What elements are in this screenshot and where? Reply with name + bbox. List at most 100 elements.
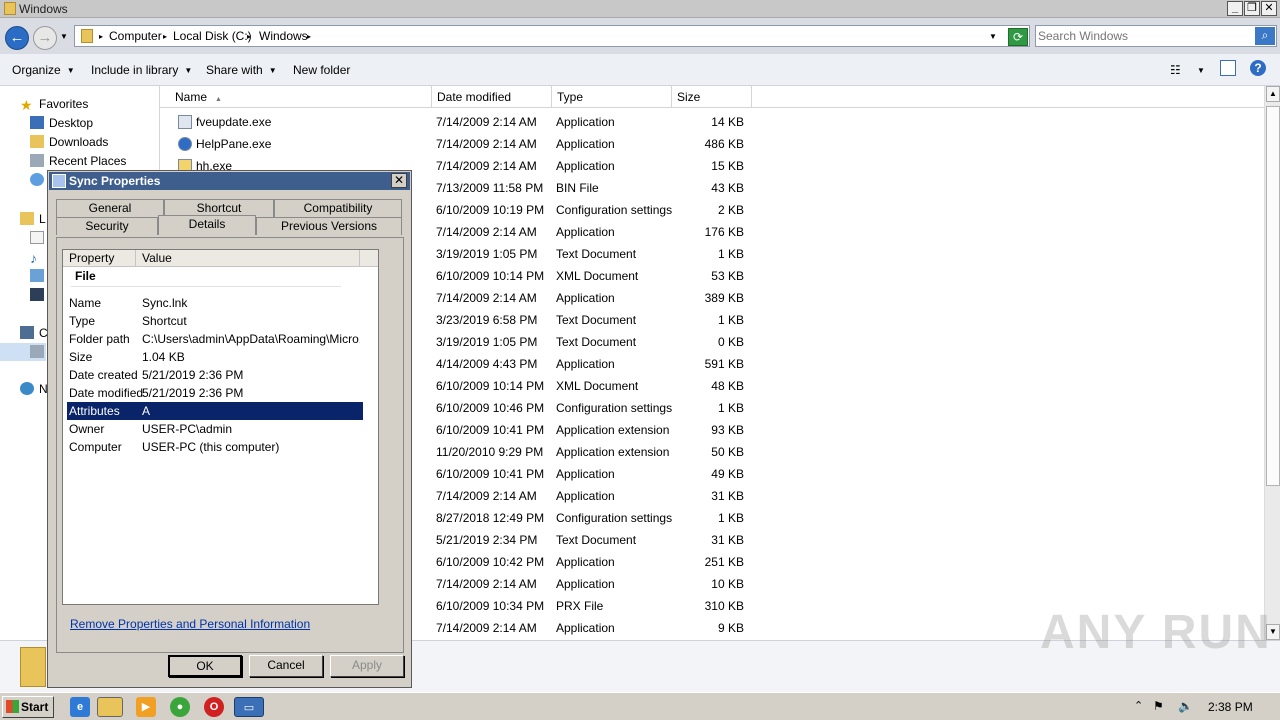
internet-explorer-icon[interactable]: e — [70, 697, 90, 717]
nav-downloads[interactable]: Downloads — [30, 135, 108, 149]
remove-properties-link[interactable]: Remove Properties and Personal Informati… — [70, 617, 310, 631]
property-value: Sync.lnk — [142, 296, 188, 310]
organize-label: Organize — [12, 63, 61, 77]
maximize-button[interactable]: ❐ — [1244, 1, 1260, 16]
file-type: Application — [556, 467, 615, 481]
videos-icon — [30, 288, 44, 301]
chevron-icon[interactable]: ▸ — [99, 32, 103, 41]
opera-icon[interactable]: O — [204, 697, 224, 717]
sync-icon — [52, 174, 66, 188]
property-row[interactable]: Owner USER-PC\admin — [67, 420, 363, 438]
file-type: Text Document — [556, 533, 637, 547]
address-input[interactable]: ▸ Computer ▸ Local Disk (C:) ▸ Windows ▸… — [74, 25, 1030, 47]
file-name: fveupdate.exe — [196, 115, 272, 129]
tab-general[interactable]: General — [56, 199, 164, 217]
property-value: Shortcut — [142, 314, 187, 328]
nav-network[interactable]: N — [20, 382, 48, 396]
history-dropdown-icon[interactable]: ▼ — [60, 32, 68, 41]
nav-recent-places[interactable]: Recent Places — [30, 154, 126, 168]
cancel-button[interactable]: Cancel — [249, 655, 323, 677]
volume-icon[interactable]: 🔈 — [1178, 699, 1193, 713]
file-date-modified: 6/10/2009 10:19 PM — [436, 203, 545, 217]
computer-icon — [20, 326, 34, 339]
property-row[interactable]: Name Sync.lnk — [67, 294, 363, 312]
chevron-icon[interactable]: ▸ — [307, 32, 311, 41]
media-player-icon[interactable]: ▶ — [136, 697, 156, 717]
column-type[interactable]: Type — [552, 86, 672, 108]
view-options-icon[interactable]: ☷ — [1170, 63, 1181, 77]
file-date-modified: 3/23/2019 6:58 PM — [436, 313, 538, 327]
address-bar-area: ← → ▼ ▸ Computer ▸ Local Disk (C:) ▸ Win… — [0, 18, 1280, 54]
search-input[interactable] — [1038, 28, 1248, 44]
ok-button[interactable]: OK — [168, 655, 242, 677]
clock[interactable]: 2:38 PM — [1208, 700, 1253, 714]
search-field[interactable]: ⌕ — [1035, 25, 1277, 47]
scroll-thumb[interactable] — [1266, 106, 1280, 486]
nav-local-disk-selected[interactable] — [0, 343, 46, 361]
nav-libraries[interactable]: L — [20, 212, 46, 226]
explorer-taskbar-icon[interactable] — [97, 697, 123, 717]
action-center-icon[interactable]: ⚑ — [1153, 699, 1164, 713]
property-row[interactable]: Folder path C:\Users\admin\AppData\Roamin… — [67, 330, 363, 348]
column-name[interactable]: Name ▲ — [170, 86, 432, 108]
property-row[interactable]: Date created 5/21/2019 2:36 PM — [67, 366, 363, 384]
property-row[interactable]: Date modified 5/21/2019 2:36 PM — [67, 384, 363, 402]
property-row[interactable]: Size 1.04 KB — [67, 348, 363, 366]
apply-button[interactable]: Apply — [330, 655, 404, 677]
crumb-computer[interactable]: Computer — [109, 29, 162, 43]
organize-button[interactable]: Organize ▼ — [12, 63, 75, 77]
property-key: Computer — [69, 440, 122, 454]
value-column-header[interactable]: Value — [136, 250, 360, 267]
recent-places-icon — [30, 154, 44, 167]
help-file-icon — [178, 137, 192, 151]
show-hidden-icons-icon[interactable]: ⌃ — [1134, 699, 1143, 712]
nav-desktop[interactable]: Desktop — [30, 116, 93, 130]
file-date-modified: 7/14/2009 2:14 AM — [436, 489, 537, 503]
help-icon[interactable]: ? — [1250, 60, 1266, 76]
tab-security[interactable]: Security — [56, 217, 158, 235]
scroll-up-arrow[interactable]: ▲ — [1266, 86, 1280, 102]
preview-pane-icon[interactable] — [1220, 60, 1236, 76]
property-row[interactable]: Attributes A — [67, 402, 363, 420]
address-dropdown-icon[interactable]: ▼ — [989, 32, 997, 41]
crumb-local-disk[interactable]: Local Disk (C:) — [173, 29, 252, 43]
file-type: BIN File — [556, 181, 599, 195]
property-row[interactable]: Type Shortcut — [67, 312, 363, 330]
refresh-button[interactable]: ⟳ — [1008, 28, 1028, 46]
file-date-modified: 7/14/2009 2:14 AM — [436, 577, 537, 591]
tab-details[interactable]: Details — [158, 215, 256, 235]
new-folder-button[interactable]: New folder — [293, 63, 350, 77]
back-button[interactable]: ← — [5, 26, 29, 50]
property-list[interactable]: Property Value File Name Sync.lnk Type Shor… — [62, 249, 379, 605]
sync-properties-taskbar-icon[interactable]: ▭ — [234, 697, 264, 717]
file-row[interactable]: fveupdate.exe 7/14/2009 2:14 AM Applicatio… — [160, 111, 760, 133]
property-column-header[interactable]: Property — [63, 250, 136, 267]
include-in-library-button[interactable]: Include in library ▼ — [91, 63, 192, 77]
nav-computer[interactable]: C — [20, 326, 48, 340]
chrome-icon[interactable]: ● — [170, 697, 190, 717]
dialog-titlebar[interactable]: Sync Properties ✕ — [49, 172, 410, 190]
column-size[interactable]: Size — [672, 86, 752, 108]
tab-previous-versions[interactable]: Previous Versions — [256, 217, 402, 235]
chevron-icon[interactable]: ▸ — [247, 32, 251, 41]
crumb-windows[interactable]: Windows — [259, 29, 308, 43]
property-row[interactable]: Computer USER-PC (this computer) — [67, 438, 363, 456]
star-icon: ★ — [20, 97, 33, 113]
start-button[interactable]: Start — [2, 696, 54, 718]
chevron-icon[interactable]: ▸ — [163, 32, 167, 41]
nav-favorites[interactable]: ★ Favorites — [20, 97, 88, 113]
file-type: Application — [556, 159, 615, 173]
share-with-button[interactable]: Share with ▼ — [206, 63, 277, 77]
tab-compatibility[interactable]: Compatibility — [274, 199, 402, 217]
music-icon: ♪ — [30, 250, 37, 266]
file-row[interactable]: HelpPane.exe 7/14/2009 2:14 AM Application… — [160, 133, 760, 155]
close-button[interactable]: ✕ — [1261, 1, 1277, 16]
column-date-modified[interactable]: Date modified — [432, 86, 552, 108]
forward-button[interactable]: → — [33, 26, 57, 50]
file-size: 0 KB — [717, 335, 744, 349]
search-icon[interactable]: ⌕ — [1255, 27, 1275, 45]
dialog-close-button[interactable]: ✕ — [391, 173, 407, 188]
minimize-button[interactable]: _ — [1227, 1, 1243, 16]
vertical-scrollbar[interactable]: ▲ ▼ — [1264, 86, 1280, 640]
view-dropdown-icon[interactable]: ▼ — [1197, 66, 1205, 75]
